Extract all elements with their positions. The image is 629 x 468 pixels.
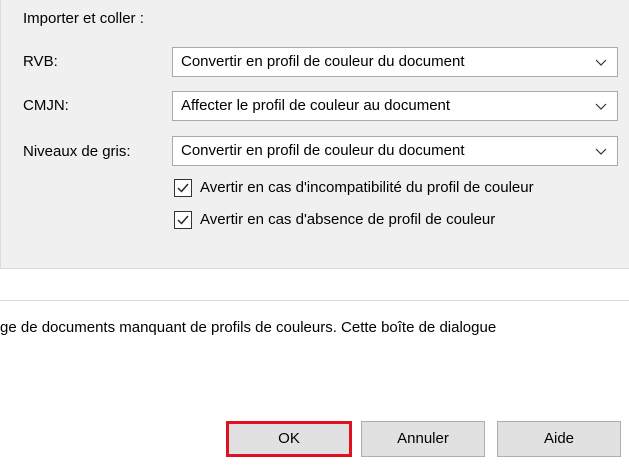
warn-mismatch-label: Avertir en cas d'incompatibilité du prof… <box>200 179 534 196</box>
warn-mismatch-checkbox[interactable] <box>174 179 192 197</box>
grayscale-dropdown-value: Convertir en profil de couleur du docume… <box>181 142 465 159</box>
chevron-down-icon <box>595 103 607 110</box>
cmyk-label: CMJN: <box>23 97 69 114</box>
rgb-dropdown[interactable]: Convertir en profil de couleur du docume… <box>172 47 618 77</box>
import-paste-group: Importer et coller : RVB: Convertir en p… <box>0 0 629 269</box>
rgb-dropdown-value: Convertir en profil de couleur du docume… <box>181 53 465 70</box>
rgb-label: RVB: <box>23 53 58 70</box>
ok-button[interactable]: OK <box>226 421 352 457</box>
help-button[interactable]: Aide <box>497 421 621 457</box>
warn-missing-checkbox-row[interactable]: Avertir en cas d'absence de profil de co… <box>174 209 614 231</box>
cmyk-dropdown[interactable]: Affecter le profil de couleur au documen… <box>172 91 618 121</box>
checkmark-icon <box>177 183 189 193</box>
grayscale-dropdown[interactable]: Convertir en profil de couleur du docume… <box>172 136 618 166</box>
color-settings-dialog: Importer et coller : RVB: Convertir en p… <box>0 0 629 468</box>
grayscale-label: Niveaux de gris: <box>23 143 131 160</box>
cmyk-dropdown-value: Affecter le profil de couleur au documen… <box>181 97 451 114</box>
description-text: ge de documents manquant de profils de c… <box>0 319 497 336</box>
warn-missing-label: Avertir en cas d'absence de profil de co… <box>200 211 496 228</box>
warn-mismatch-checkbox-row[interactable]: Avertir en cas d'incompatibilité du prof… <box>174 177 614 199</box>
checkmark-icon <box>177 215 189 225</box>
chevron-down-icon <box>595 59 607 66</box>
warn-missing-checkbox[interactable] <box>174 211 192 229</box>
cancel-button[interactable]: Annuler <box>361 421 485 457</box>
group-title: Importer et coller : <box>23 10 144 27</box>
chevron-down-icon <box>595 148 607 155</box>
